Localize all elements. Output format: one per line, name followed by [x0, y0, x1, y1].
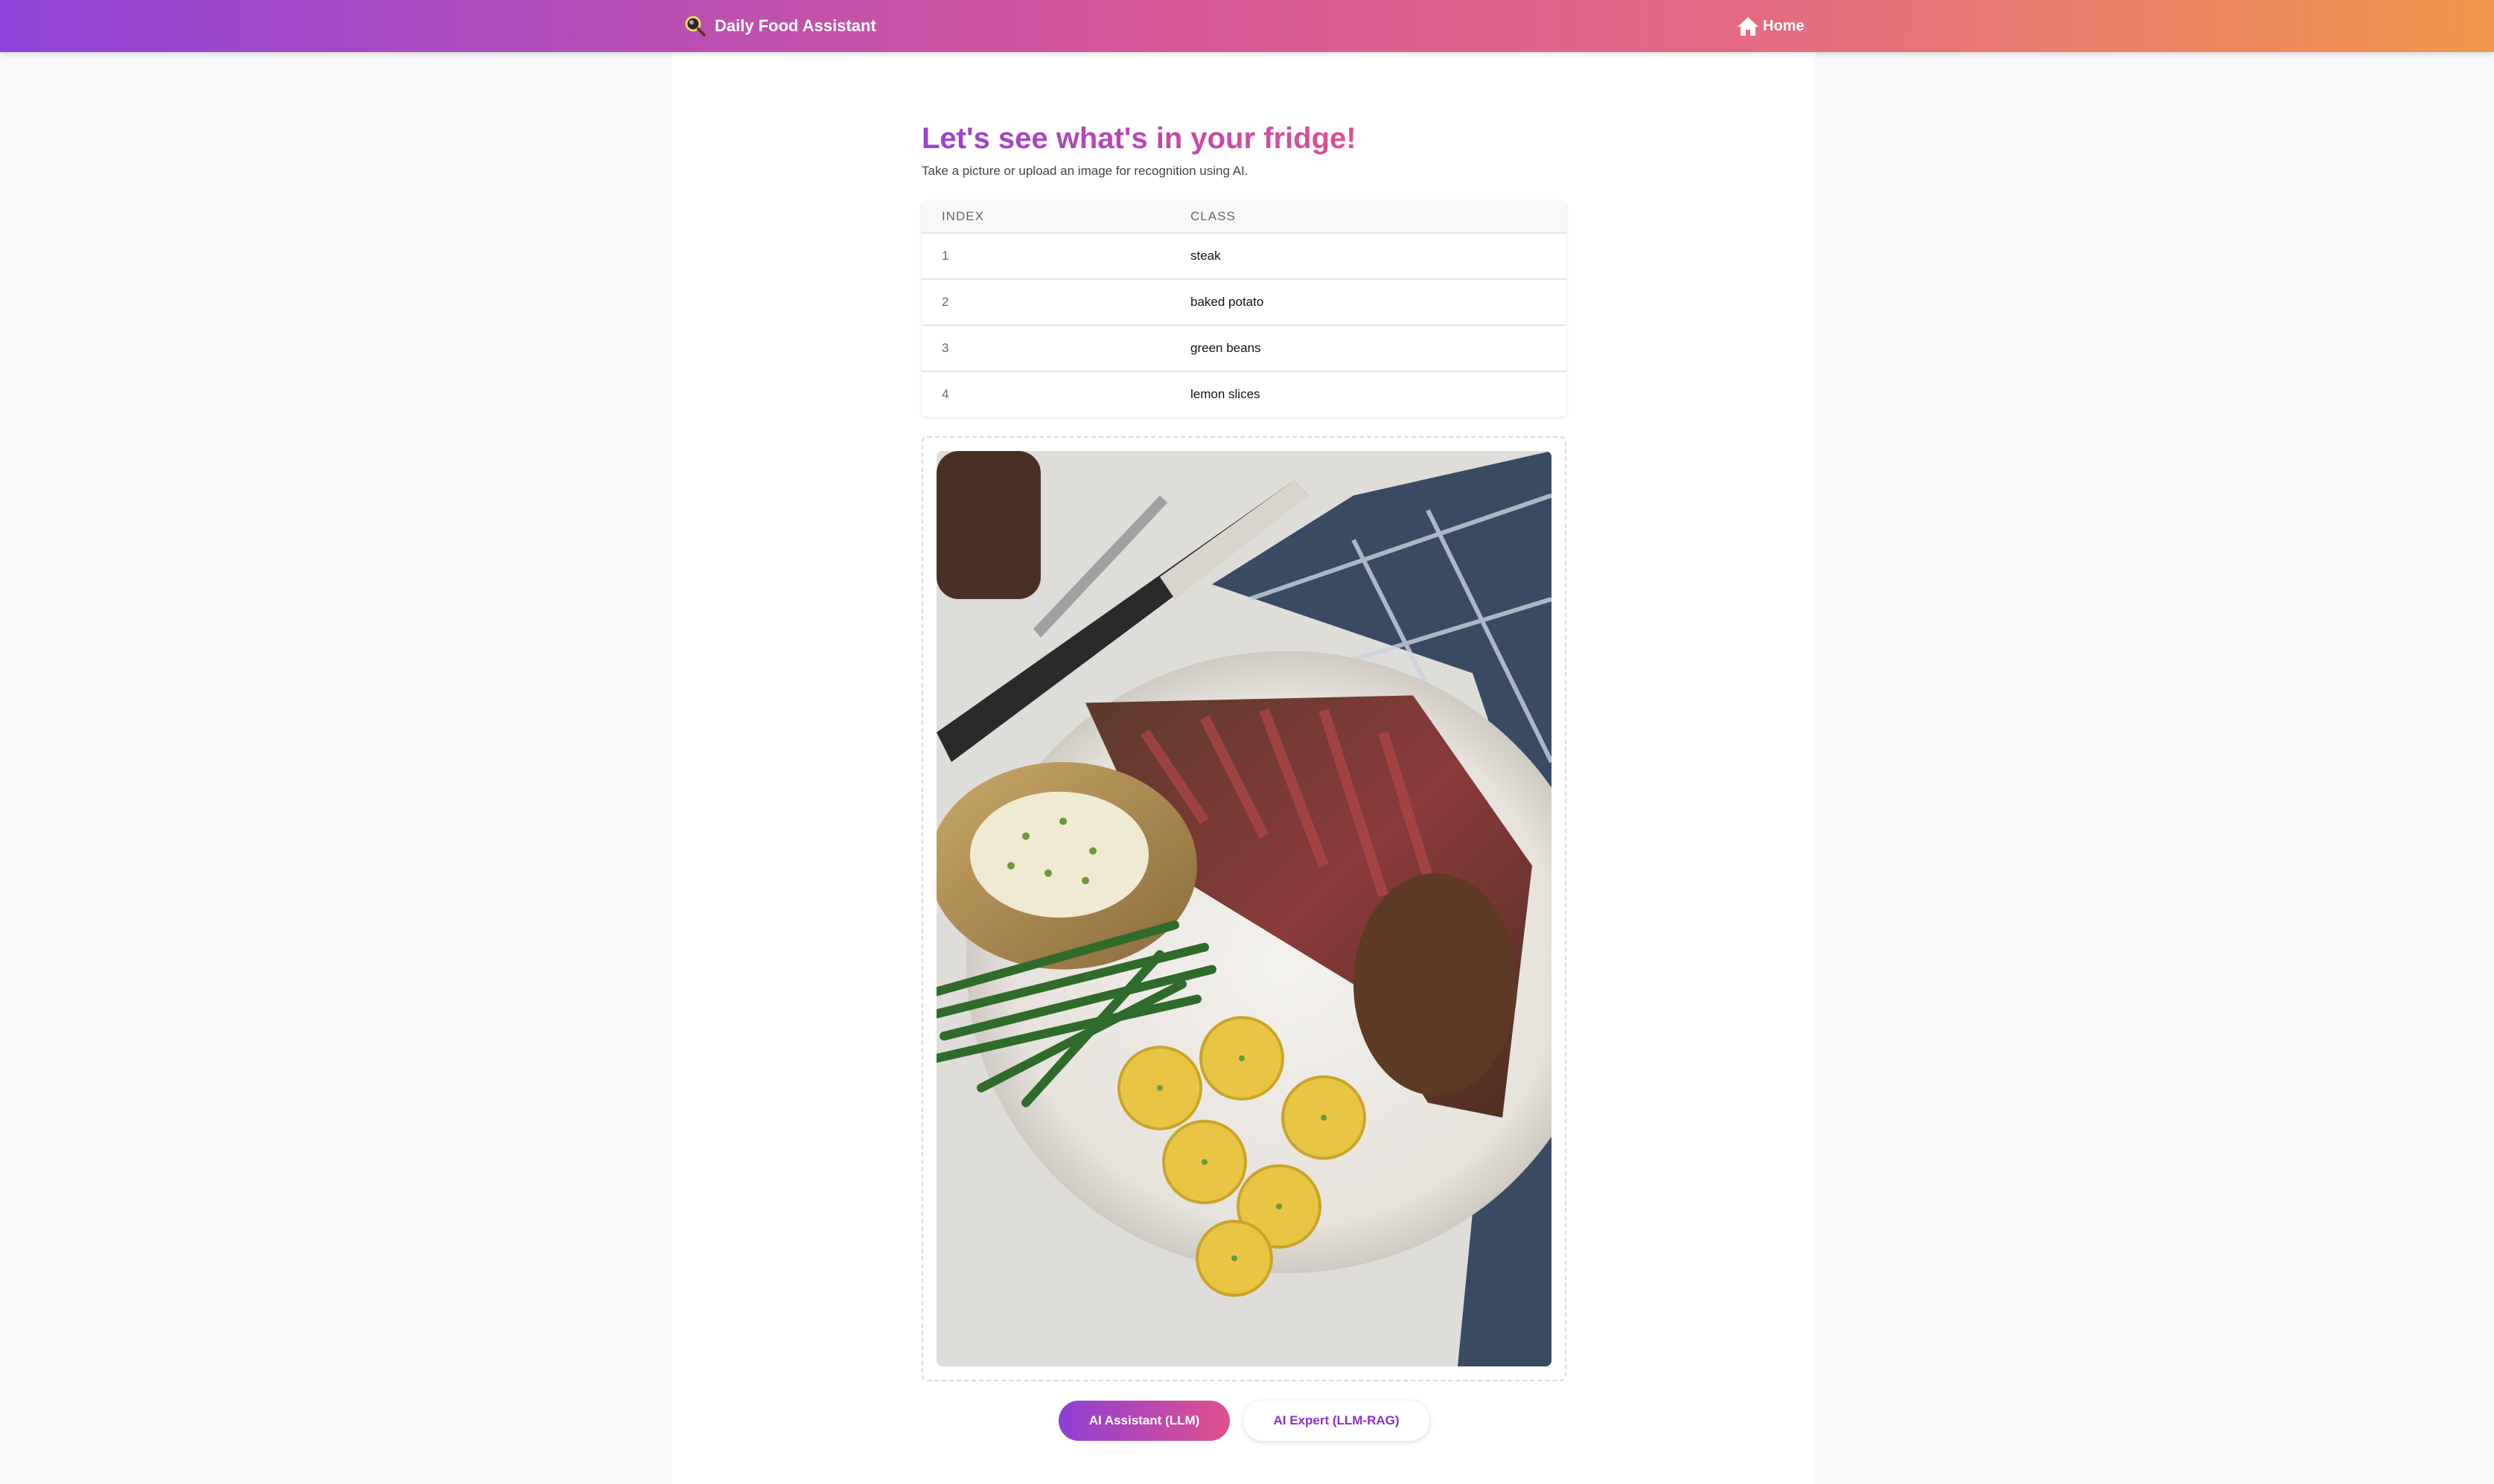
page-subtitle: Take a picture or upload an image for re… — [922, 164, 1248, 178]
home-label: Home — [1763, 17, 1805, 34]
cell-class: green beans — [1190, 341, 1261, 355]
column-header-class: CLASS — [1190, 209, 1236, 223]
cell-index: 2 — [942, 295, 949, 309]
app-title: Daily Food Assistant — [715, 16, 876, 35]
image-upload-area[interactable] — [922, 436, 1566, 1381]
home-link[interactable]: Home — [1736, 13, 1805, 39]
recognition-table: INDEX CLASS 1 steak 2 baked potato 3 gre… — [922, 201, 1566, 417]
table-row: 2 baked potato — [922, 278, 1566, 324]
magnifier-icon — [683, 14, 707, 38]
cell-index: 3 — [942, 341, 949, 355]
brand[interactable]: Daily Food Assistant — [683, 13, 876, 39]
ai-assistant-button[interactable]: AI Assistant (LLM) — [1059, 1401, 1230, 1441]
content-panel: Let's see what's in your fridge! Take a … — [672, 52, 1815, 1484]
cell-index: 4 — [942, 387, 949, 401]
table-row: 3 green beans — [922, 324, 1566, 371]
ai-expert-button[interactable]: AI Expert (LLM-RAG) — [1243, 1401, 1429, 1441]
action-buttons: AI Assistant (LLM) AI Expert (LLM-RAG) — [922, 1401, 1566, 1441]
cell-class: baked potato — [1190, 295, 1264, 309]
table-header: INDEX CLASS — [922, 201, 1566, 232]
top-navbar: Daily Food Assistant Home — [0, 0, 2494, 52]
table-row: 4 lemon slices — [922, 371, 1566, 417]
page-heading: Let's see what's in your fridge! — [922, 122, 1356, 155]
cell-class: lemon slices — [1190, 387, 1260, 401]
food-photo — [937, 451, 1551, 1366]
main-section: Let's see what's in your fridge! Take a … — [922, 121, 1566, 1441]
cell-index: 1 — [942, 249, 949, 263]
column-header-index: INDEX — [942, 209, 984, 223]
table-row: 1 steak — [922, 232, 1566, 278]
house-icon — [1736, 14, 1760, 38]
cell-class: steak — [1190, 249, 1221, 263]
